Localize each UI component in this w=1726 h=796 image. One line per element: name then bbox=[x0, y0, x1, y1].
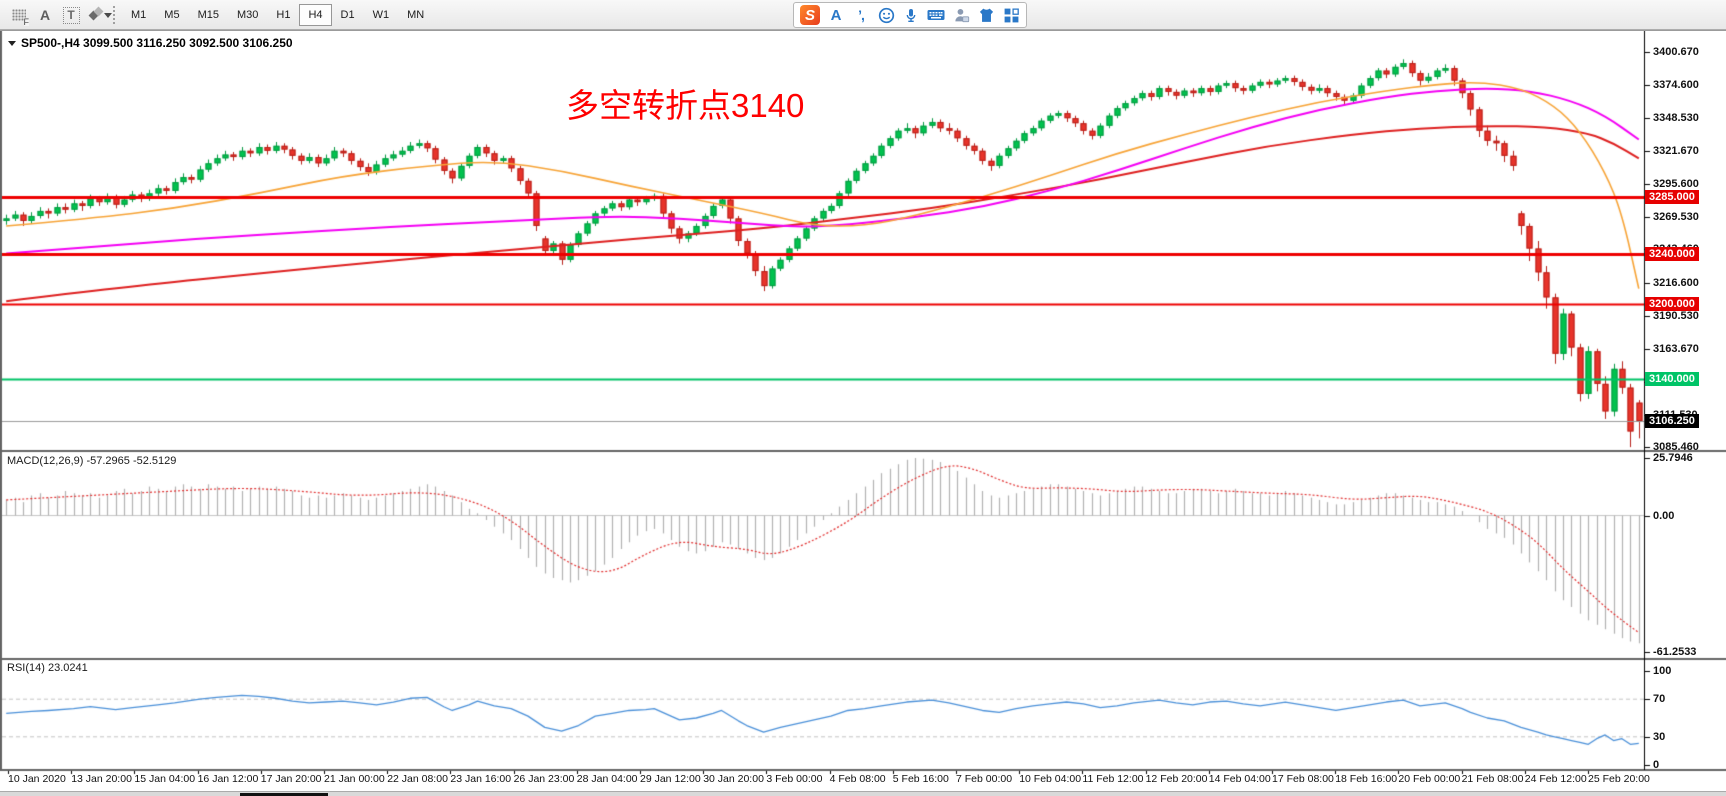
current-price-price-badge: 3106.250 bbox=[1645, 414, 1699, 428]
time-axis-label: 25 Feb 20:00 bbox=[1588, 773, 1650, 785]
ime-emoji-icon[interactable] bbox=[877, 5, 895, 25]
ime-toolbar: S A ’, bbox=[793, 2, 1027, 28]
price-axis-tick: 3163.670 bbox=[1653, 343, 1699, 355]
hline-price-badge: 3285.000 bbox=[1645, 190, 1699, 204]
grid-f-icon[interactable]: F bbox=[8, 4, 30, 26]
chart-window: SP500-,H4 3099.500 3116.250 3092.500 310… bbox=[0, 30, 1726, 796]
time-axis-label: 23 Jan 16:00 bbox=[450, 773, 511, 785]
ime-mic-icon[interactable] bbox=[902, 5, 920, 25]
timeframe-button-M1[interactable]: M1 bbox=[122, 4, 155, 26]
horizontal-scrollbar[interactable] bbox=[0, 791, 1726, 796]
rsi-axis-tick: 0 bbox=[1653, 759, 1659, 771]
hline-price-badge: 3200.000 bbox=[1645, 297, 1699, 311]
price-axis-tick: 3321.670 bbox=[1653, 145, 1699, 157]
time-axis-label: 12 Feb 20:00 bbox=[1146, 773, 1208, 785]
ime-toolbox-icon[interactable] bbox=[1002, 5, 1020, 25]
time-axis-label: 3 Feb 00:00 bbox=[766, 773, 822, 785]
timeframe-button-H4[interactable]: H4 bbox=[299, 4, 331, 26]
grid-f-letter: F bbox=[24, 18, 30, 26]
time-axis-label: 21 Feb 08:00 bbox=[1462, 773, 1524, 785]
time-axis-label: 29 Jan 12:00 bbox=[640, 773, 701, 785]
rsi-label: RSI(14) 23.0241 bbox=[7, 662, 88, 674]
hline-price-badge: 3240.000 bbox=[1645, 247, 1699, 261]
ime-keyboard-icon[interactable] bbox=[927, 5, 945, 25]
time-axis-label: 22 Jan 08:00 bbox=[387, 773, 448, 785]
rsi-axis-tick: 100 bbox=[1653, 665, 1671, 677]
time-axis-label: 28 Jan 04:00 bbox=[577, 773, 638, 785]
price-axis-tick: 3400.670 bbox=[1653, 46, 1699, 58]
price-axis-tick: 3269.530 bbox=[1653, 211, 1699, 223]
time-axis-label: 10 Jan 2020 bbox=[8, 773, 66, 785]
sogou-logo-icon[interactable]: S bbox=[800, 5, 820, 25]
price-axis-tick: 3190.530 bbox=[1653, 310, 1699, 322]
time-axis-label: 11 Feb 12:00 bbox=[1082, 773, 1143, 785]
time-axis-label: 26 Jan 23:00 bbox=[514, 773, 575, 785]
rsi-axis-tick: 30 bbox=[1653, 731, 1665, 743]
toolbar-grip[interactable] bbox=[112, 5, 117, 25]
rsi-axis-tick: 70 bbox=[1653, 693, 1665, 705]
time-axis-label: 14 Feb 04:00 bbox=[1209, 773, 1271, 785]
timeframe-button-H1[interactable]: H1 bbox=[267, 4, 299, 26]
time-axis-label: 5 Feb 16:00 bbox=[893, 773, 949, 785]
time-axis-label: 15 Jan 04:00 bbox=[134, 773, 195, 785]
hline-price-badge: 3140.000 bbox=[1645, 372, 1699, 386]
time-axis-label: 30 Jan 20:00 bbox=[703, 773, 764, 785]
timeframe-button-M30[interactable]: M30 bbox=[228, 4, 267, 26]
text-label-tool-icon[interactable]: A bbox=[34, 4, 56, 26]
price-axis-tick: 3374.600 bbox=[1653, 79, 1699, 91]
price-axis-tick: 3348.530 bbox=[1653, 112, 1699, 124]
time-axis-label: 16 Jan 12:00 bbox=[198, 773, 259, 785]
top-toolbar: F A T M1M5M15M30H1H4D1W1MN S A ’, bbox=[0, 0, 1726, 30]
macd-axis-tick: 25.7946 bbox=[1653, 452, 1693, 464]
mt4-application: F A T M1M5M15M30H1H4D1W1MN S A ’, bbox=[0, 0, 1726, 796]
macd-label: MACD(12,26,9) -57.2965 -52.5129 bbox=[7, 455, 176, 467]
chart-collapse-caret-icon[interactable] bbox=[8, 41, 16, 46]
timeframe-button-M15[interactable]: M15 bbox=[189, 4, 228, 26]
time-axis-label: 20 Feb 00:00 bbox=[1398, 773, 1460, 785]
macd-axis-tick: -61.2533 bbox=[1653, 646, 1696, 658]
time-axis-label: 13 Jan 20:00 bbox=[71, 773, 132, 785]
symbol-ohlc-title: SP500-,H4 3099.500 3116.250 3092.500 310… bbox=[21, 36, 293, 50]
price-axis-tick: 3295.600 bbox=[1653, 178, 1699, 190]
chart-title: SP500-,H4 3099.500 3116.250 3092.500 310… bbox=[8, 36, 293, 50]
timeframe-toolbar: M1M5M15M30H1H4D1W1MN bbox=[122, 3, 433, 27]
time-axis-label: 4 Feb 08:00 bbox=[830, 773, 886, 785]
price-chart-canvas[interactable] bbox=[0, 31, 1726, 796]
ime-skin-icon[interactable] bbox=[977, 5, 995, 25]
macd-axis-tick: 0.00 bbox=[1653, 510, 1674, 522]
timeframe-button-MN[interactable]: MN bbox=[398, 4, 433, 26]
timeframe-button-D1[interactable]: D1 bbox=[332, 4, 364, 26]
time-axis-label: 17 Feb 08:00 bbox=[1272, 773, 1334, 785]
text-tool-icon[interactable]: T bbox=[60, 4, 82, 26]
ime-language-icon[interactable]: A bbox=[827, 5, 845, 25]
time-axis-label: 18 Feb 16:00 bbox=[1335, 773, 1397, 785]
price-axis-tick: 3216.600 bbox=[1653, 277, 1699, 289]
chart-annotation-text: 多空转折点3140 bbox=[566, 79, 804, 127]
time-axis-label: 17 Jan 20:00 bbox=[261, 773, 322, 785]
ime-punctuation-icon[interactable]: ’, bbox=[852, 5, 870, 25]
ime-user-icon[interactable] bbox=[952, 5, 970, 25]
timeframe-button-M5[interactable]: M5 bbox=[155, 4, 188, 26]
time-axis-label: 21 Jan 00:00 bbox=[324, 773, 385, 785]
time-axis-label: 24 Feb 12:00 bbox=[1525, 773, 1587, 785]
timeframe-button-W1[interactable]: W1 bbox=[364, 4, 399, 26]
time-axis-label: 10 Feb 04:00 bbox=[1019, 773, 1081, 785]
time-axis-label: 7 Feb 00:00 bbox=[956, 773, 1012, 785]
